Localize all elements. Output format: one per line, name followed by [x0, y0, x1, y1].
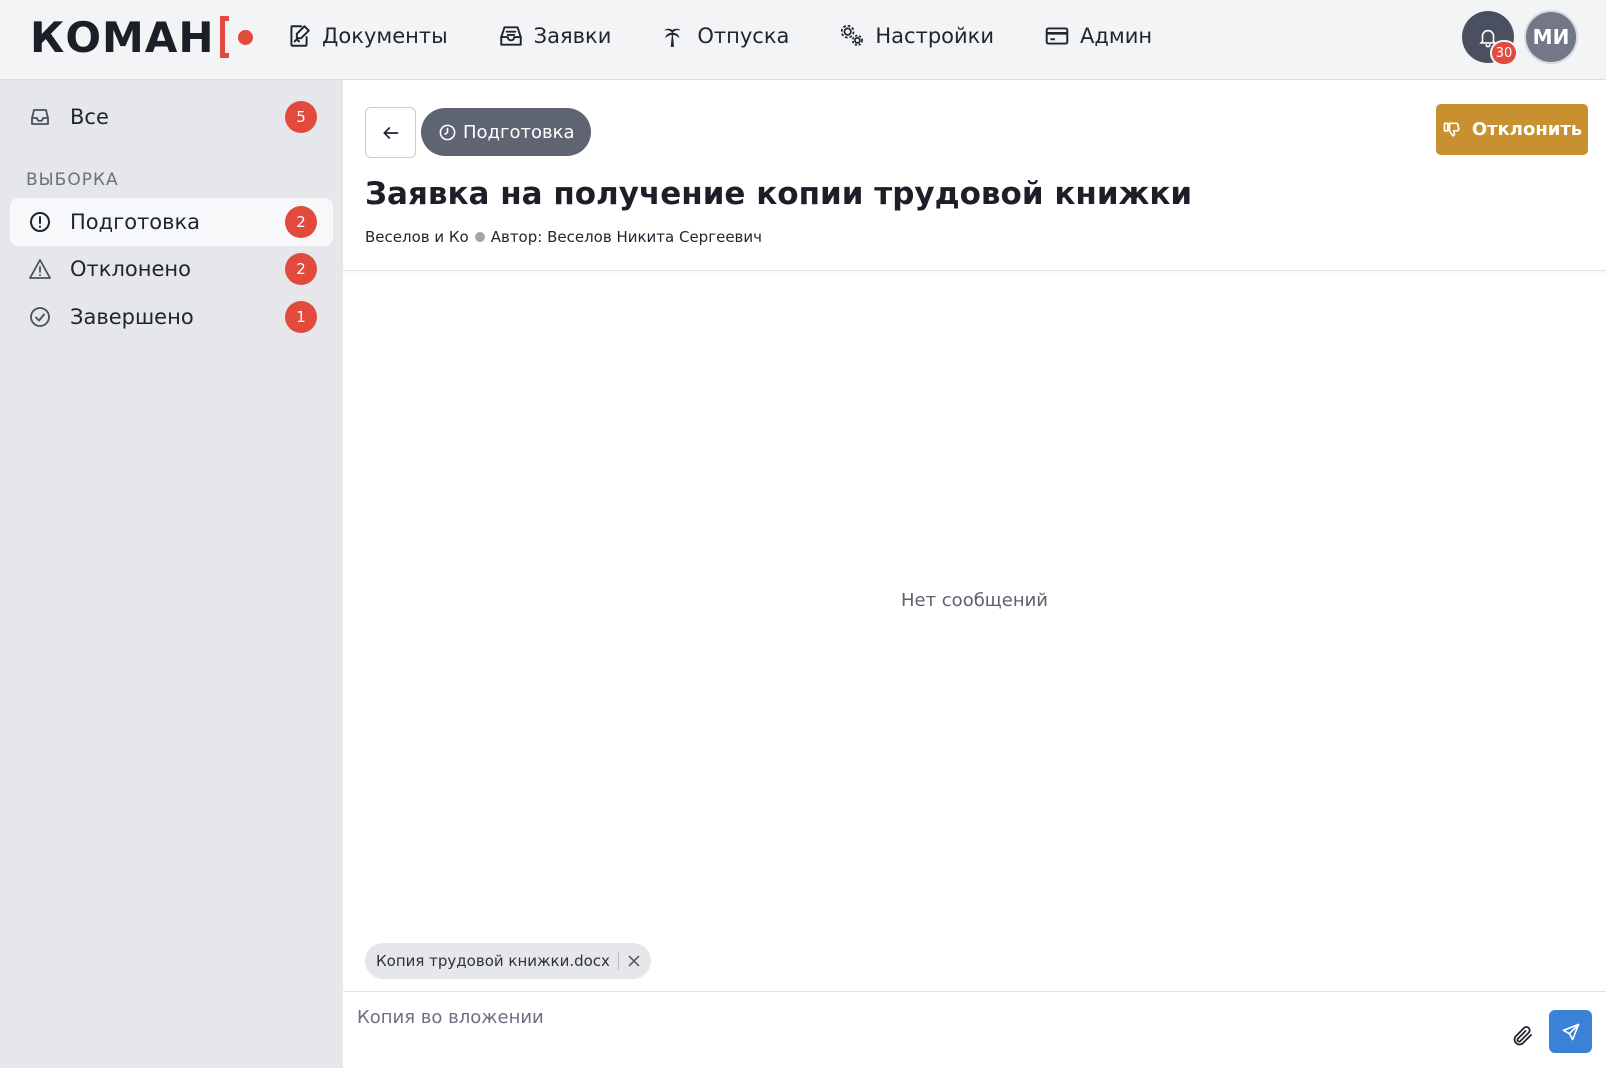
arrow-left-icon — [383, 126, 398, 139]
document-edit-icon — [290, 25, 310, 47]
nav-vacations[interactable]: Отпуска — [661, 23, 789, 49]
paperclip-icon[interactable] — [1511, 1024, 1535, 1048]
nav-admin[interactable]: Админ — [1044, 23, 1152, 49]
reject-button[interactable]: Отклонить — [1436, 104, 1588, 155]
nav-settings-label: Настройки — [875, 24, 994, 48]
main-nav: Документы Заявки Отпуска Настройки Админ — [286, 0, 1202, 72]
sidebar-item-completed[interactable]: Завершено 1 — [10, 293, 333, 341]
top-bar: КОМАН Документы Заявки Отпуска Настройки… — [0, 0, 1606, 80]
sidebar-item-label: Завершено — [70, 305, 194, 329]
meta-separator-dot — [474, 232, 485, 242]
inbox-icon — [499, 26, 522, 46]
sidebar-item-rejected[interactable]: Отклонено 2 — [10, 245, 333, 293]
count-badge: 2 — [285, 206, 317, 238]
nav-settings[interactable]: Настройки — [839, 23, 994, 49]
palm-tree-icon — [664, 28, 681, 47]
sidebar-item-label: Подготовка — [70, 210, 201, 234]
reject-label: Отклонить — [1471, 119, 1583, 140]
empty-messages: Нет сообщений — [900, 590, 1049, 611]
send-button[interactable] — [1549, 1010, 1592, 1053]
send-icon — [1562, 1023, 1579, 1040]
request-header: Подготовка Отклонить Заявка на получение… — [343, 80, 1606, 271]
message-input[interactable] — [357, 1000, 1497, 1034]
chip-separator — [617, 952, 619, 970]
author-name: Автор: Веселов Никита Сергеевич — [490, 228, 762, 246]
logo[interactable]: КОМАН — [30, 12, 254, 62]
notifications-badge: 30 — [1490, 40, 1518, 66]
logo-bracket — [220, 16, 230, 58]
close-icon[interactable] — [625, 952, 643, 970]
nav-documents[interactable]: Документы — [286, 23, 448, 49]
nav-requests[interactable]: Заявки — [498, 23, 612, 49]
sidebar-item-all[interactable]: Все 5 — [10, 93, 333, 141]
avatar[interactable]: МИ — [1526, 12, 1576, 62]
logo-dot — [238, 29, 254, 45]
status-badge: Подготовка — [421, 108, 592, 156]
nav-vacations-label: Отпуска — [697, 24, 790, 48]
inbox-tray-icon — [31, 109, 49, 125]
status-label: Подготовка — [463, 121, 575, 143]
logo-text: КОМАН — [30, 12, 215, 62]
card-icon — [1045, 27, 1069, 45]
gears-icon — [841, 24, 864, 46]
warning-triangle-icon — [29, 259, 51, 279]
nav-documents-label: Документы — [322, 24, 448, 48]
sidebar-section-title: ВЫБОРКА — [26, 170, 119, 190]
back-button[interactable] — [365, 107, 416, 158]
message-composer — [343, 991, 1606, 1068]
main-panel: Подготовка Отклонить Заявка на получение… — [343, 80, 1606, 1068]
sidebar-item-label: Все — [70, 105, 109, 129]
exclamation-circle-icon — [30, 212, 50, 232]
thumbs-down-icon — [1443, 122, 1460, 137]
sidebar: Все 5 ВЫБОРКА Подготовка 2 Отклонено 2 З… — [0, 80, 343, 1068]
nav-requests-label: Заявки — [533, 24, 612, 48]
attachment-name: Копия трудовой книжки.docx — [376, 952, 610, 970]
company-name: Веселов и Ко — [365, 228, 469, 246]
count-badge: 5 — [285, 101, 317, 133]
request-meta: Веселов и Ко Автор: Веселов Никита Серге… — [365, 228, 762, 246]
clock-icon — [439, 124, 456, 140]
count-badge: 1 — [285, 301, 317, 333]
check-circle-icon — [30, 307, 50, 327]
sidebar-item-preparation[interactable]: Подготовка 2 — [10, 198, 333, 246]
count-badge: 2 — [285, 253, 317, 285]
page-title: Заявка на получение копии трудовой книжк… — [365, 176, 1193, 212]
nav-admin-label: Админ — [1080, 24, 1153, 48]
attachment-chip: Копия трудовой книжки.docx — [365, 943, 651, 979]
sidebar-item-label: Отклонено — [70, 257, 191, 281]
